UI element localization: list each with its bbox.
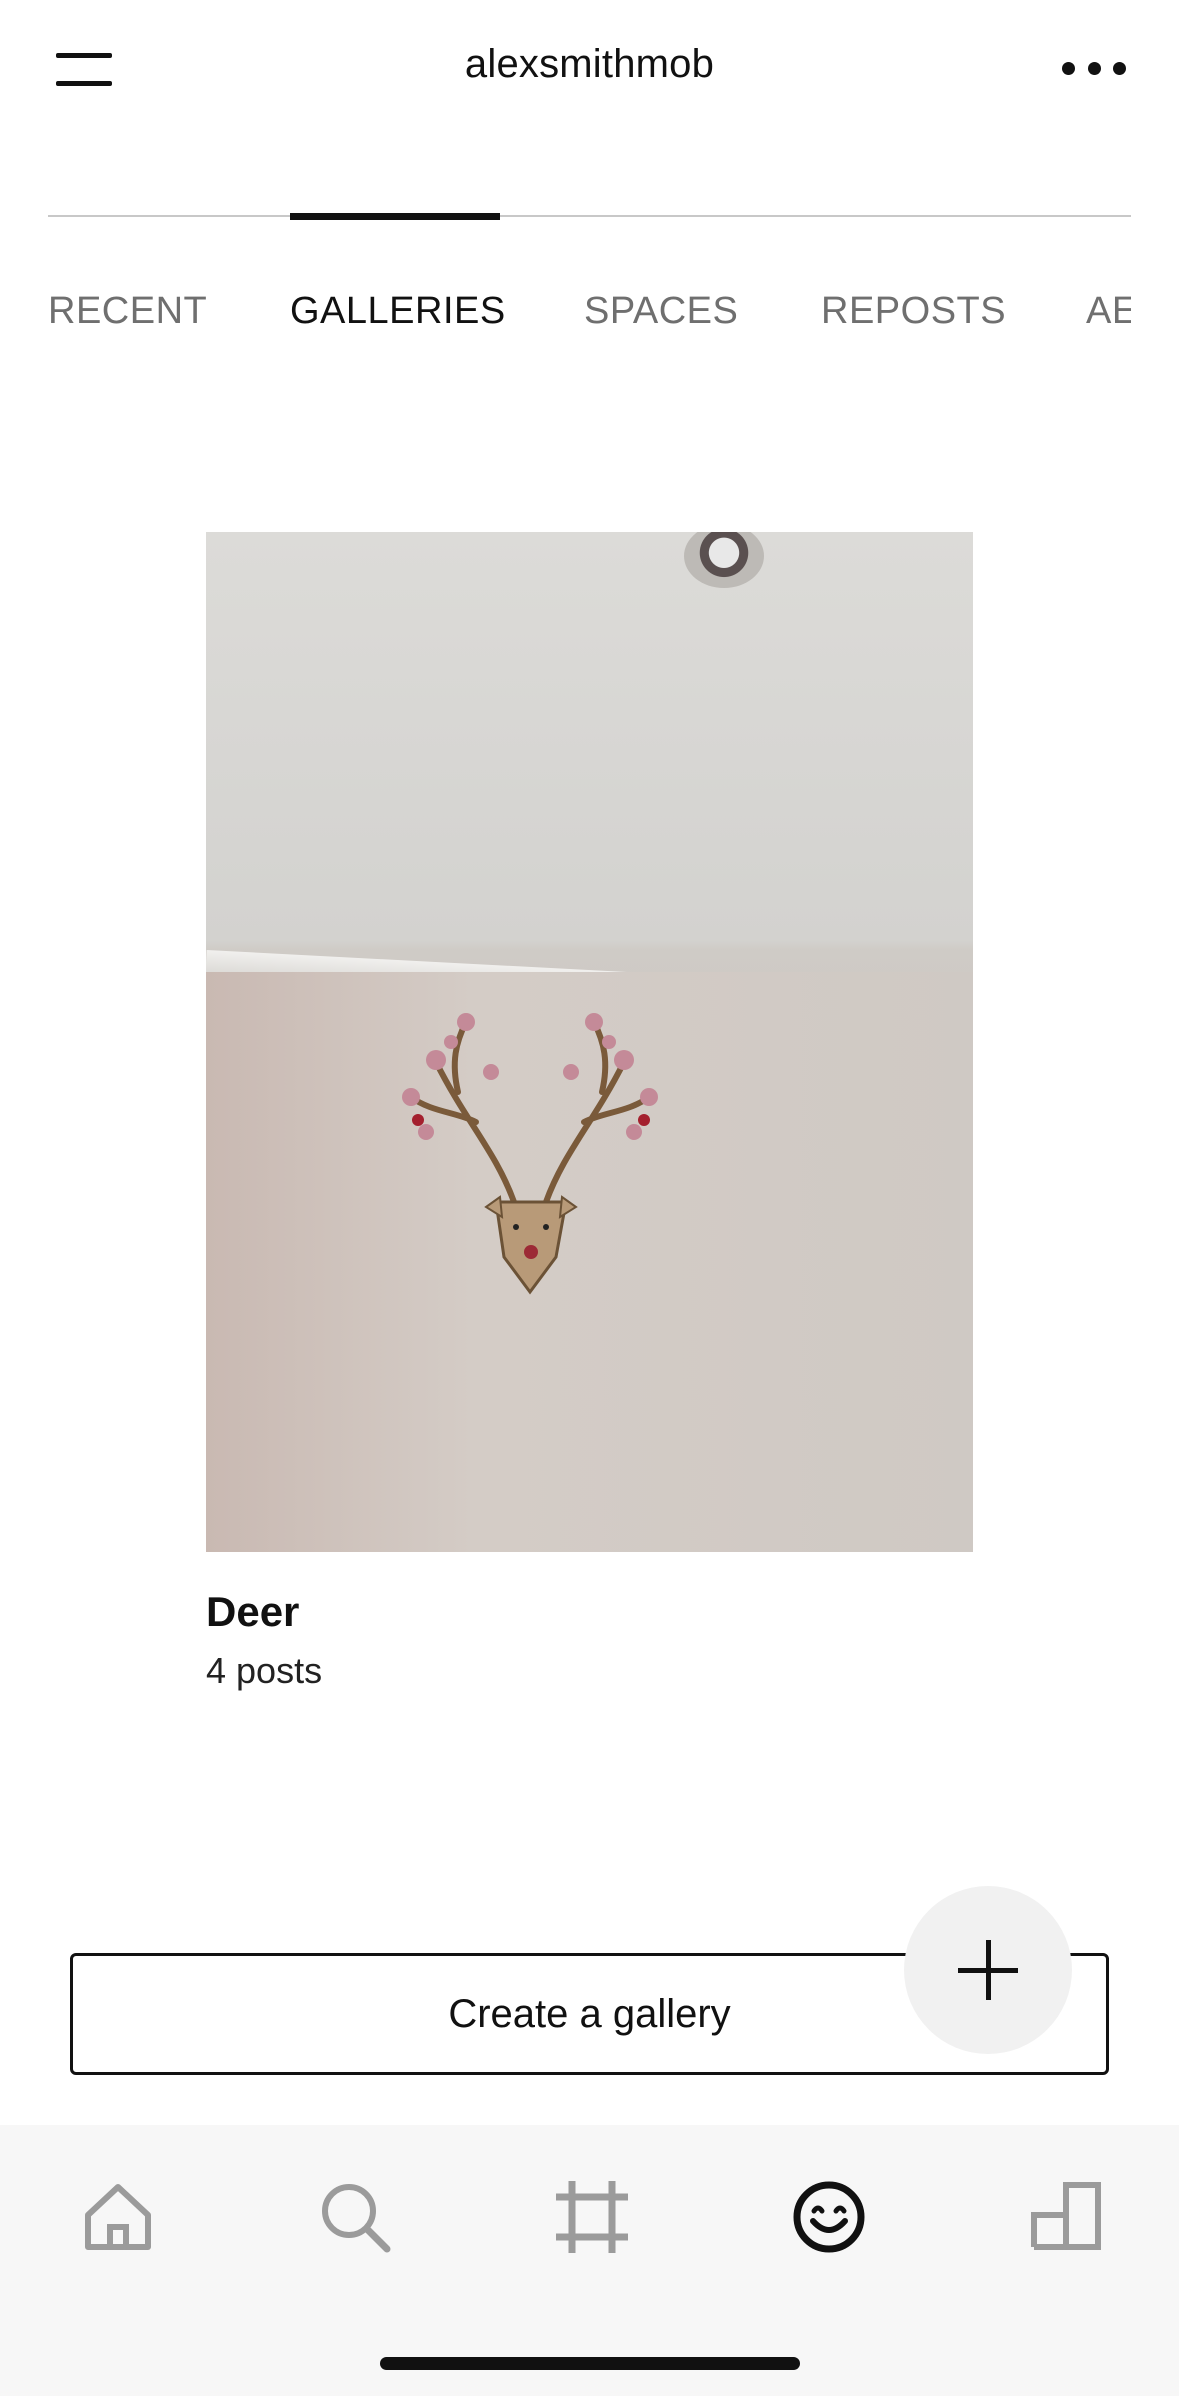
buildings-icon xyxy=(1031,2182,1101,2250)
plus-icon-stroke xyxy=(986,1940,991,2000)
header: alexsmithmob xyxy=(0,0,1179,140)
home-icon xyxy=(85,2184,151,2250)
tab-divider xyxy=(48,215,1131,217)
tab-galleries[interactable]: GALLERIES xyxy=(290,290,506,333)
tab-spaces[interactable]: SPACES xyxy=(584,290,738,333)
gallery-post-count: 4 posts xyxy=(206,1650,323,1691)
nav-home[interactable] xyxy=(78,2177,158,2257)
bottom-navigation xyxy=(0,2125,1179,2396)
deer-wall-decal-image xyxy=(402,1013,658,1295)
tab-ae[interactable]: AE xyxy=(1086,290,1131,333)
nav-buildings[interactable] xyxy=(1026,2177,1106,2257)
gallery-title[interactable]: Deer xyxy=(206,1588,973,1636)
more-button[interactable] xyxy=(1062,56,1126,80)
tab-recent[interactable]: RECENT xyxy=(48,290,207,333)
create-gallery-label: Create a gallery xyxy=(448,1991,731,2036)
nav-search[interactable] xyxy=(315,2177,395,2257)
home-indicator xyxy=(380,2357,800,2370)
nav-frame[interactable] xyxy=(552,2177,632,2257)
more-horizontal-icon xyxy=(1062,61,1075,75)
cover-image-light xyxy=(684,532,764,588)
gallery-card[interactable]: Deer 4 posts xyxy=(206,532,973,1692)
active-tab-indicator xyxy=(290,213,500,220)
more-horizontal-icon-dot xyxy=(1087,61,1101,75)
app-screen: alexsmithmob RECENT GALLERIES SPACES REP… xyxy=(0,0,1179,2396)
tab-bar: RECENT GALLERIES SPACES REPOSTS AE xyxy=(48,290,1131,340)
page-title: alexsmithmob xyxy=(464,42,715,86)
tab-reposts[interactable]: REPOSTS xyxy=(821,290,1006,333)
nav-profile[interactable] xyxy=(789,2177,869,2257)
more-horizontal-icon-dot xyxy=(1113,61,1126,75)
smiley-icon xyxy=(793,2181,865,2253)
frame-icon xyxy=(556,2181,628,2253)
search-icon xyxy=(322,2184,391,2253)
gallery-cover-image[interactable] xyxy=(206,532,973,1552)
add-floating-button[interactable] xyxy=(904,1886,1072,2054)
